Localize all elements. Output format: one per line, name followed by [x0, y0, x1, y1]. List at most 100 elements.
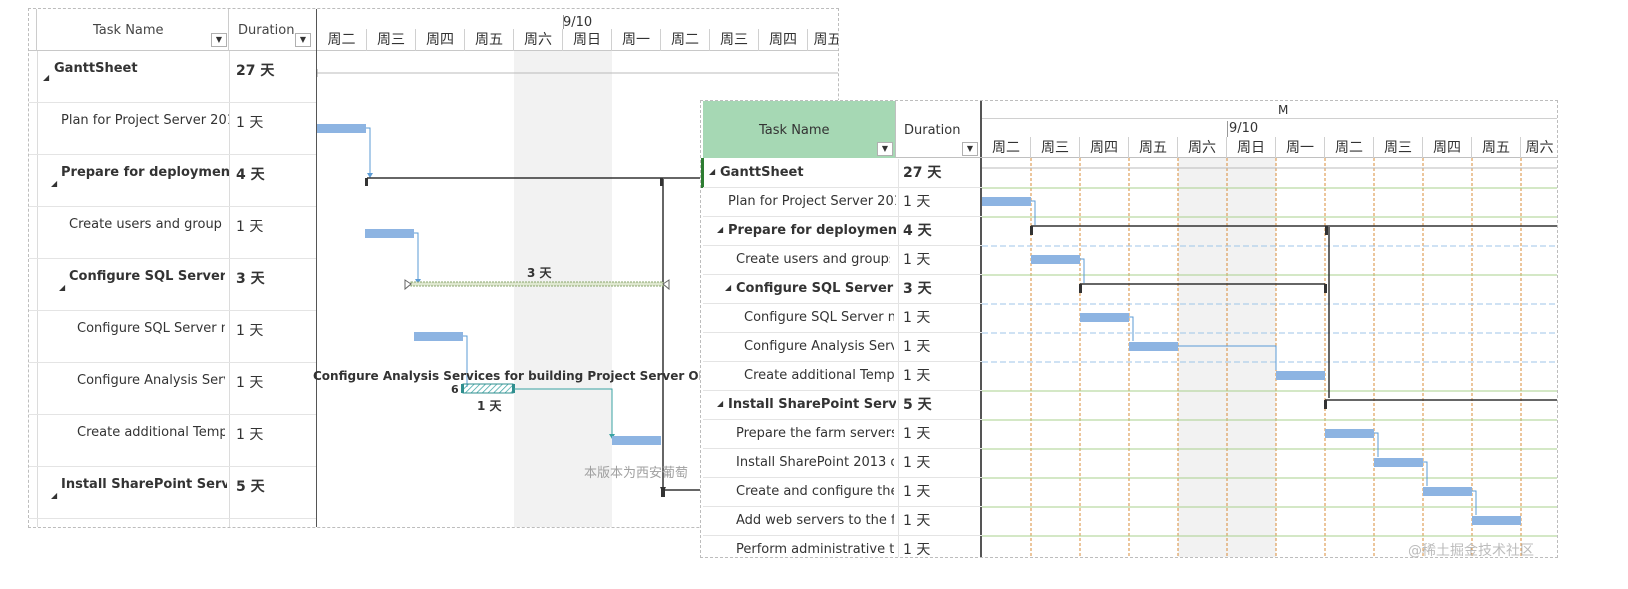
row-header-edge	[29, 9, 37, 51]
task-row[interactable]: Create users and groups in 1 天	[703, 246, 982, 275]
task-duration-cell: 1 天	[898, 478, 982, 507]
dependency-line	[366, 127, 371, 175]
task-duration-cell: 27 天	[898, 159, 982, 188]
task-name-cell: Configure Analysis Service	[77, 373, 225, 388]
task-name-cell: GanttSheet	[720, 165, 804, 180]
task-name-cell: Configure Analysis Service	[744, 339, 894, 354]
right-gantt-graphics	[982, 158, 1557, 557]
task-bar	[1080, 313, 1129, 322]
task-row[interactable]: Create and configure the fa 1 天	[703, 478, 982, 507]
task-row[interactable]: Configure Analysis Service 1 天	[703, 333, 982, 362]
task-row[interactable]: Plan for Project Server 2013 1 天	[703, 188, 982, 217]
task-row[interactable]: ◢ Install SharePoint Server 20 5 天	[703, 391, 982, 420]
task-row[interactable]: ◢ Configure SQL Server and A 3 天	[29, 259, 316, 311]
duration-filter-dropdown-icon[interactable]: ▼	[962, 142, 978, 156]
task-bar-selected	[462, 383, 514, 394]
task-duration-cell: 1 天	[898, 507, 982, 536]
task-duration-cell: 1 天	[898, 304, 982, 333]
task-name-cell: Create users and groups in	[736, 252, 890, 267]
task-name-cell: Create users and groups in	[69, 217, 222, 232]
task-duration-cell: 4 天	[898, 217, 982, 246]
task-bar	[414, 332, 463, 341]
collapse-triangle-icon[interactable]: ◢	[717, 225, 723, 234]
right-gantt-chart[interactable]: M 9/10 周二 周三 周四 周五 周六 周日 周一 周二 周三 周四 周五 …	[982, 101, 1557, 557]
task-name-cell: Install SharePoint Server 20	[61, 477, 227, 492]
task-row[interactable]: Create additional TempDE 1 天	[29, 415, 316, 467]
right-task-grid: Task Name ▼ Duration ▼ ◢ GanttSheet 27 天…	[701, 101, 982, 557]
collapse-triangle-icon[interactable]: ◢	[43, 73, 49, 82]
task-row[interactable]: Create users and groups in 1 天	[29, 207, 316, 259]
task-name-filter-dropdown-icon[interactable]: ▼	[877, 142, 893, 156]
watermark-text: @稀土掘金技术社区	[1408, 543, 1534, 559]
task-duration-label: 1 天	[477, 399, 502, 413]
resize-handle-icon	[662, 279, 670, 291]
task-row[interactable]: ◢ GanttSheet 27 天	[703, 159, 982, 188]
task-bar	[365, 229, 414, 238]
overlay-text: 本版本为西安葡萄	[584, 466, 689, 481]
collapse-triangle-icon[interactable]: ◢	[51, 179, 57, 188]
task-duration-cell: 3 天	[236, 271, 265, 287]
task-row[interactable]: ◢ GanttSheet 27 天	[29, 51, 316, 103]
task-bar	[1276, 371, 1325, 380]
task-bar	[317, 124, 366, 133]
duration-filter-dropdown-icon[interactable]: ▼	[295, 33, 311, 47]
collapse-triangle-icon[interactable]: ◢	[725, 283, 731, 292]
task-row[interactable]: Install SharePoint 2013 on t 1 天	[703, 449, 982, 478]
task-name-cell: Prepare for deployment	[61, 165, 229, 180]
collapse-triangle-icon[interactable]: ◢	[717, 399, 723, 408]
dependency-line	[514, 388, 613, 437]
dependency-line	[414, 232, 419, 281]
task-row[interactable]: Add web servers to the farr 1 天	[703, 507, 982, 536]
column-header-duration[interactable]: Duration ▼	[896, 101, 982, 158]
left-grid-header: Task Name ▼ Duration ▼	[29, 9, 316, 51]
task-name-cell: Create additional TempDE	[77, 425, 225, 440]
task-duration-cell: 1 天	[898, 333, 982, 362]
task-bar	[1374, 458, 1423, 467]
task-row[interactable]: Configure SQL Server netv 1 天	[29, 311, 316, 363]
task-row[interactable]: Plan for Project Server 2013 1 天	[29, 103, 316, 155]
task-row[interactable]: Create additional TempDE 1 天	[703, 362, 982, 391]
column-header-duration-label: Duration	[238, 23, 295, 38]
task-name-cell: Perform administrative task	[736, 542, 894, 557]
task-name-cell: Install SharePoint Server 20	[728, 397, 896, 412]
task-row[interactable]: Configure Analysis Service 1 天	[29, 363, 316, 415]
task-duration-cell: 1 天	[898, 188, 982, 217]
task-row[interactable]: Configure SQL Server netv 1 天	[703, 304, 982, 333]
task-row[interactable]: ◢ Install SharePoint Server 20 5 天	[29, 467, 316, 519]
task-duration-cell: 4 天	[236, 167, 265, 183]
task-name-cell: GanttSheet	[54, 61, 138, 76]
task-duration-cell: 1 天	[236, 115, 264, 131]
bar-handle	[461, 384, 464, 393]
task-number-label: 6	[451, 383, 459, 396]
column-header-task-name-label: Task Name	[93, 23, 164, 38]
task-row[interactable]: Perform administrative task 1 天	[703, 536, 982, 557]
summary-bar-selected	[410, 281, 664, 287]
task-name-cell: Add web servers to the farr	[736, 513, 894, 528]
task-row[interactable]: ◢ Prepare for deployment 4 天	[29, 155, 316, 207]
task-duration-cell: 1 天	[236, 375, 264, 391]
task-row[interactable]: ◢ Prepare for deployment 4 天	[703, 217, 982, 246]
task-duration-cell: 1 天	[898, 246, 982, 275]
column-header-task-name[interactable]: Task Name ▼	[703, 101, 896, 158]
task-duration-cell: 1 天	[898, 449, 982, 478]
collapse-triangle-icon[interactable]: ◢	[709, 167, 715, 176]
task-name-cell: Plan for Project Server 2013	[61, 113, 229, 128]
task-duration-cell: 5 天	[898, 391, 982, 420]
task-row[interactable]: Prepare the farm servers 1 天	[703, 420, 982, 449]
column-header-duration-label: Duration	[904, 123, 961, 138]
summary-cap	[365, 178, 368, 186]
task-name-cell: Create additional TempDE	[744, 368, 894, 383]
task-row[interactable]: ◢ Configure SQL Server and A 3 天	[703, 275, 982, 304]
task-name-cell: Install SharePoint 2013 on t	[736, 455, 894, 470]
task-name-cell: Configure SQL Server netv	[744, 310, 894, 325]
task-duration-cell: 3 天	[898, 275, 982, 304]
task-bar	[1031, 255, 1080, 264]
task-bar	[1423, 487, 1472, 496]
task-name-filter-dropdown-icon[interactable]: ▼	[211, 33, 227, 47]
column-header-duration[interactable]: Duration ▼	[229, 9, 316, 51]
collapse-triangle-icon[interactable]: ◢	[51, 491, 57, 500]
task-name-cell: Configure SQL Server netv	[77, 321, 225, 336]
column-header-task-name[interactable]: Task Name ▼	[37, 9, 229, 51]
task-name-cell: Create and configure the fa	[736, 484, 894, 499]
collapse-triangle-icon[interactable]: ◢	[59, 283, 65, 292]
